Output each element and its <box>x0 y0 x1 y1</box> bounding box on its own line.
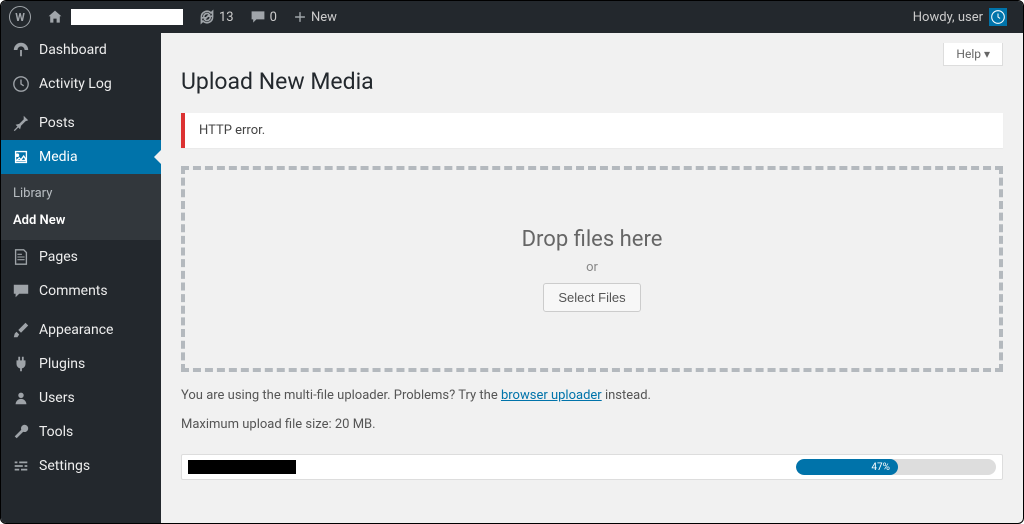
updates-count: 13 <box>219 10 234 25</box>
select-files-button[interactable]: Select Files <box>543 283 640 312</box>
wp-logo[interactable]: W <box>1 1 39 33</box>
wrench-icon <box>11 422 31 442</box>
refresh-icon <box>199 9 215 25</box>
sidebar-item-tools[interactable]: Tools <box>1 415 161 449</box>
home-icon <box>47 9 63 25</box>
admin-sidebar: Dashboard Activity Log Posts Media Libra… <box>1 33 161 523</box>
admin-bar: W 13 0 <box>1 1 1023 33</box>
sidebar-item-users[interactable]: Users <box>1 381 161 415</box>
sidebar-item-comments[interactable]: Comments <box>1 274 161 308</box>
sidebar-item-label: Settings <box>39 458 90 474</box>
new-content[interactable]: New <box>285 1 345 33</box>
sidebar-item-label: Tools <box>39 424 73 440</box>
site-home[interactable] <box>39 1 191 33</box>
uploader-hint: You are using the multi-file uploader. P… <box>181 388 1003 403</box>
sidebar-item-label: Appearance <box>39 322 113 338</box>
comments-count: 0 <box>270 10 277 25</box>
new-label: New <box>311 10 337 25</box>
sidebar-item-posts[interactable]: Posts <box>1 106 161 140</box>
browser-uploader-link[interactable]: browser uploader <box>501 388 602 403</box>
sidebar-item-settings[interactable]: Settings <box>1 449 161 483</box>
sidebar-item-label: Posts <box>39 115 75 131</box>
sidebar-submenu-media: Library Add New <box>1 174 161 240</box>
comments-bubble[interactable]: 0 <box>242 1 285 33</box>
sidebar-item-appearance[interactable]: Appearance <box>1 313 161 347</box>
dropzone-title: Drop files here <box>522 227 663 252</box>
brush-icon <box>11 320 31 340</box>
upload-progress-track: 47% <box>796 459 996 475</box>
sidebar-item-plugins[interactable]: Plugins <box>1 347 161 381</box>
avatar-icon <box>989 8 1007 26</box>
app-frame: W 13 0 <box>0 0 1024 524</box>
upload-progress-label: 47% <box>871 462 890 473</box>
sidebar-item-label: Dashboard <box>39 42 107 58</box>
upload-progress-bar: 47% <box>796 459 898 475</box>
chevron-down-icon: ▾ <box>984 47 990 61</box>
upload-dropzone[interactable]: Drop files here or Select Files <box>181 166 1003 372</box>
sidebar-item-label: Pages <box>39 249 78 265</box>
page-title: Upload New Media <box>181 68 1003 95</box>
updates[interactable]: 13 <box>191 1 242 33</box>
error-text: HTTP error. <box>199 123 265 138</box>
dashboard-icon <box>11 40 31 60</box>
sidebar-item-label: Plugins <box>39 356 85 372</box>
howdy-text: Howdy, user <box>913 10 983 25</box>
media-icon <box>11 147 31 167</box>
clock-icon <box>11 74 31 94</box>
users-icon <box>11 388 31 408</box>
comment-icon <box>11 281 31 301</box>
comment-icon <box>250 9 266 25</box>
wordpress-icon: W <box>9 6 31 28</box>
sliders-icon <box>11 456 31 476</box>
sidebar-item-activity-log[interactable]: Activity Log <box>1 67 161 101</box>
sidebar-subitem-add-new[interactable]: Add New <box>1 207 161 234</box>
error-notice: HTTP error. <box>181 113 1003 148</box>
dropzone-or: or <box>586 260 598 275</box>
upload-filename-redacted <box>188 460 296 474</box>
sidebar-item-pages[interactable]: Pages <box>1 240 161 274</box>
content-area: Help ▾ Upload New Media HTTP error. Drop… <box>161 33 1023 523</box>
sidebar-subitem-library[interactable]: Library <box>1 180 161 207</box>
sidebar-item-media[interactable]: Media <box>1 140 161 174</box>
sidebar-item-label: Comments <box>39 283 108 299</box>
plus-icon <box>293 10 307 24</box>
help-tab[interactable]: Help ▾ <box>943 43 1003 66</box>
sidebar-item-label: Media <box>39 149 78 165</box>
page-icon <box>11 247 31 267</box>
sidebar-item-dashboard[interactable]: Dashboard <box>1 33 161 67</box>
site-name-redacted <box>71 9 183 25</box>
pin-icon <box>11 113 31 133</box>
plug-icon <box>11 354 31 374</box>
my-account[interactable]: Howdy, user <box>905 1 1015 33</box>
upload-progress-row: 47% <box>181 454 1003 480</box>
max-upload-size: Maximum upload file size: 20 MB. <box>181 417 1003 432</box>
sidebar-item-label: Users <box>39 390 75 406</box>
sidebar-item-label: Activity Log <box>39 76 112 92</box>
